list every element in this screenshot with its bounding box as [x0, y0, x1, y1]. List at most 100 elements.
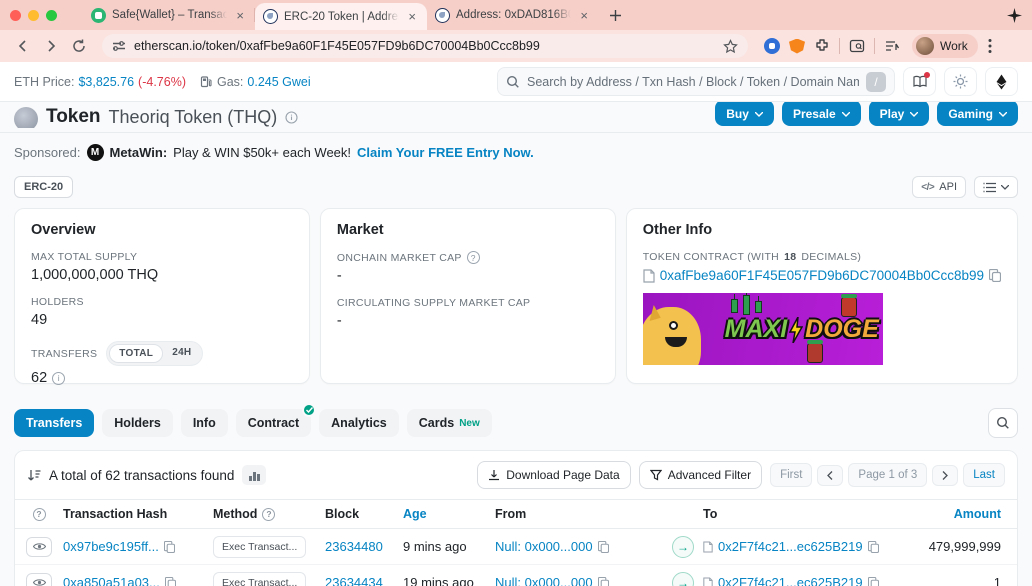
supply-value: 1,000,000,000 THQ — [31, 267, 159, 283]
copy-icon[interactable] — [597, 576, 609, 586]
buy-button[interactable]: Buy — [715, 102, 774, 126]
token-type-row: ERC-20 </> API — [0, 170, 1032, 198]
password-extension-icon[interactable] — [764, 38, 780, 54]
tab-title: Address: 0xDAD816B0...62a — [456, 9, 572, 21]
decimals-value: 18 — [784, 251, 797, 263]
preview-eye-button[interactable] — [26, 572, 52, 586]
advanced-filter-button[interactable]: Advanced Filter — [638, 461, 763, 489]
transactions-card: A total of 62 transactions found Downloa… — [14, 450, 1018, 586]
side-panel-search-icon[interactable] — [849, 38, 865, 54]
prev-page-button[interactable] — [817, 464, 844, 486]
browser-profile-chip[interactable]: Work — [912, 34, 978, 58]
gaming-button[interactable]: Gaming — [937, 102, 1018, 126]
preview-eye-button[interactable] — [26, 536, 52, 557]
copy-icon[interactable] — [164, 576, 176, 586]
reading-list-icon[interactable] — [884, 38, 900, 54]
new-tab-button[interactable] — [605, 5, 626, 26]
tab-transfers[interactable]: Transfers — [14, 409, 95, 437]
sponsored-cta-link[interactable]: Claim Your FREE Entry Now. — [357, 145, 534, 160]
metamask-icon[interactable] — [789, 38, 805, 54]
help-icon[interactable]: ? — [466, 251, 480, 264]
zoom-window-button[interactable] — [46, 9, 57, 21]
minimize-window-button[interactable] — [28, 9, 39, 21]
token-kind-label: Token — [46, 106, 101, 127]
other-info-card: Other Info TOKEN CONTRACT (WITH 18 DECIM… — [625, 208, 1018, 384]
info-icon[interactable]: i — [52, 371, 66, 385]
copy-icon[interactable] — [597, 540, 609, 553]
toggle-total-button[interactable]: TOTAL — [109, 344, 164, 363]
help-icon[interactable]: ? — [262, 507, 276, 521]
last-page-button[interactable]: Last — [963, 463, 1005, 487]
chart-view-button[interactable] — [242, 465, 267, 485]
sparkle-icon[interactable] — [1007, 7, 1022, 23]
extensions-puzzle-icon[interactable] — [814, 38, 830, 54]
browser-tab-erc20-token[interactable]: ERC-20 Token | Address: 0xa × — [255, 3, 427, 30]
copy-icon[interactable] — [867, 540, 879, 553]
from-address-link[interactable]: Null: 0x000...000 — [495, 575, 593, 586]
browser-menu-icon[interactable] — [988, 38, 992, 54]
col-block: Block — [325, 507, 360, 521]
presale-button[interactable]: Presale — [781, 102, 861, 126]
tab-holders[interactable]: Holders — [102, 409, 173, 437]
maxi-doge-ad-banner[interactable]: MAXI DOGE — [642, 293, 883, 365]
contract-address-link[interactable]: 0xafFbe9a60F1F45E057FD9b6DC70004Bb0Ccc8b… — [660, 268, 984, 283]
table-search-button[interactable] — [988, 408, 1018, 438]
onchain-marketcap-value: - — [336, 268, 342, 284]
close-window-button[interactable] — [10, 9, 21, 21]
url-text[interactable]: etherscan.io/token/0xafFbe9a60F1F45E057F… — [134, 39, 715, 53]
toggle-24h-button[interactable]: 24H — [163, 344, 200, 363]
site-search[interactable]: / — [497, 67, 895, 96]
tx-hash-link[interactable]: 0x97be9c195ff... — [63, 539, 159, 554]
method-badge[interactable]: Exec Transact... — [213, 571, 307, 586]
onchain-marketcap-label: ONCHAIN MARKET CAP ? — [337, 251, 599, 264]
col-amount-sort[interactable]: Amount — [903, 507, 1017, 521]
to-address-link[interactable]: 0x2F7f4c21...ec625B219 — [718, 539, 863, 554]
reload-button[interactable] — [66, 33, 92, 59]
tab-info[interactable]: Info — [180, 409, 228, 437]
block-link[interactable]: 23634434 — [325, 575, 383, 586]
help-icon[interactable]: ? — [32, 507, 46, 521]
tab-contract[interactable]: Contract — [235, 403, 317, 437]
eth-price-value[interactable]: $3,825.76 — [78, 75, 134, 89]
close-tab-icon[interactable]: × — [405, 9, 419, 24]
network-eth-button[interactable] — [985, 67, 1018, 96]
gas-value[interactable]: 0.245 Gwei — [247, 75, 310, 89]
copy-icon[interactable] — [989, 269, 1001, 282]
col-age-sort[interactable]: Age — [403, 507, 495, 521]
extension-icons — [764, 38, 900, 54]
theme-toggle-button[interactable] — [944, 67, 977, 96]
address-bar[interactable]: etherscan.io/token/0xafFbe9a60F1F45E057F… — [102, 34, 748, 58]
tx-hash-link[interactable]: 0xa850a51a03... — [63, 575, 160, 586]
section-tabs: Transfers Holders Info Contract Analytic… — [14, 403, 1018, 438]
close-tab-icon[interactable]: × — [577, 8, 591, 23]
window-controls — [10, 9, 57, 21]
sort-icon[interactable] — [27, 469, 41, 482]
tab-cards[interactable]: Cards New — [406, 409, 492, 437]
bookmark-star-icon[interactable] — [723, 38, 738, 54]
download-page-data-button[interactable]: Download Page Data — [477, 461, 631, 489]
market-card: Market ONCHAIN MARKET CAP ? - CIRCULATIN… — [319, 208, 616, 384]
back-button[interactable] — [10, 33, 36, 59]
token-info-icon[interactable] — [285, 110, 298, 124]
api-button[interactable]: </> API — [912, 176, 966, 198]
card-title: Overview — [31, 222, 96, 238]
browser-tab-address[interactable]: Address: 0xDAD816B0...62a × — [427, 0, 599, 30]
copy-icon[interactable] — [163, 540, 175, 553]
close-tab-icon[interactable]: × — [233, 8, 247, 23]
copy-icon[interactable] — [867, 576, 879, 586]
site-info-icon[interactable] — [112, 39, 126, 53]
method-badge[interactable]: Exec Transact... — [213, 535, 307, 558]
search-input[interactable] — [527, 74, 859, 89]
play-button[interactable]: Play — [868, 102, 930, 126]
to-address-link[interactable]: 0x2F7f4c21...ec625B219 — [718, 575, 863, 586]
first-page-button[interactable]: First — [770, 463, 813, 487]
browser-tab-safe-wallet[interactable]: Safe{Wallet} – Transaction his × — [83, 0, 255, 30]
list-options-button[interactable] — [974, 176, 1018, 198]
from-address-link[interactable]: Null: 0x000...000 — [495, 539, 593, 554]
holders-label: HOLDERS — [31, 296, 84, 308]
block-link[interactable]: 23634480 — [325, 539, 383, 554]
tab-analytics[interactable]: Analytics — [319, 409, 399, 437]
forward-button[interactable] — [38, 33, 64, 59]
next-page-button[interactable] — [932, 464, 959, 486]
resources-book-button[interactable] — [903, 67, 936, 96]
